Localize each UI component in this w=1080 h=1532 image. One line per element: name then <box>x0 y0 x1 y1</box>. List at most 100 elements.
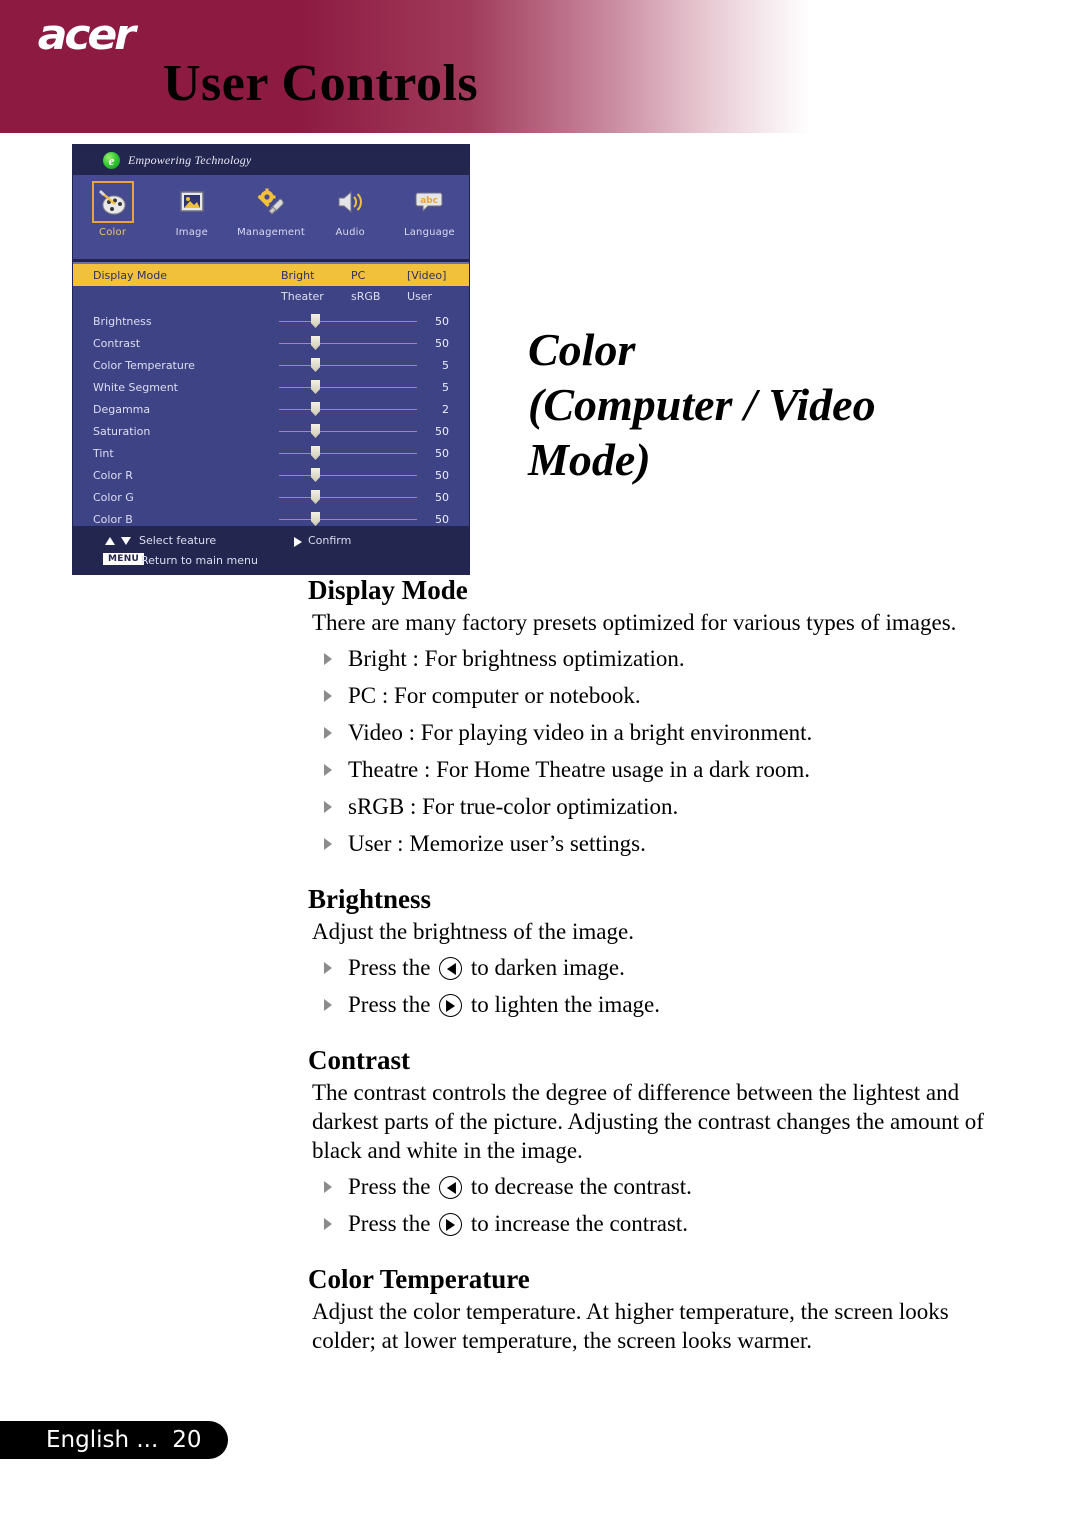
return-to-main-menu-label: Return to main menu <box>141 554 258 567</box>
slider-knob[interactable] <box>311 512 320 526</box>
list-item: Theatre : For Home Theatre usage in a da… <box>324 756 1080 784</box>
slider-knob[interactable] <box>311 490 320 504</box>
osd-slider-row[interactable]: Brightness 50 <box>73 310 469 332</box>
slider-track[interactable] <box>279 409 417 410</box>
bullet-list-display-mode: Bright : For brightness optimization. PC… <box>0 645 1080 858</box>
paragraph-color-temperature: Adjust the color temperature. At higher … <box>312 1299 949 1353</box>
speaker-icon <box>329 181 371 223</box>
slider-label: Color Temperature <box>93 358 195 372</box>
slider-track[interactable] <box>279 387 417 388</box>
osd-help-footer: Select feature Confirm MENU Return to ma… <box>73 526 469 574</box>
paragraph-brightness: Adjust the brightness of the image. <box>312 919 634 944</box>
slider-track[interactable] <box>279 431 417 432</box>
osd-row-display-mode-second: Theater sRGB User <box>73 286 469 308</box>
osd-row-display-mode[interactable]: Display Mode Bright PC [Video] <box>73 264 469 286</box>
osd-tab-audio[interactable]: Audio <box>311 181 390 238</box>
osd-tab-language-label: Language <box>403 227 455 238</box>
display-mode-option-bright[interactable]: Bright <box>281 269 314 282</box>
list-item: PC : For computer or notebook. <box>324 682 1080 710</box>
slider-track[interactable] <box>279 453 417 454</box>
list-item-text-pre: Press the <box>348 955 431 980</box>
list-item-text-post: to decrease the contrast. <box>470 1174 692 1199</box>
bullet-triangle-icon <box>324 1218 332 1230</box>
osd-slider-row[interactable]: Tint 50 <box>73 442 469 464</box>
list-item-text: Theatre : For Home Theatre usage in a da… <box>348 757 810 782</box>
slider-track[interactable] <box>279 497 417 498</box>
osd-slider-row[interactable]: Saturation 50 <box>73 420 469 442</box>
osd-tab-management[interactable]: Management <box>231 181 310 238</box>
slider-knob[interactable] <box>311 446 320 460</box>
page-title-header: User Controls <box>163 55 479 112</box>
slider-label: Degamma <box>93 402 151 416</box>
slider-track[interactable] <box>279 365 417 366</box>
picture-icon <box>171 181 213 223</box>
osd-tab-audio-label: Audio <box>335 227 365 238</box>
section-title-line-3: Mode) <box>528 434 651 485</box>
right-arrow-key-icon <box>439 1213 463 1236</box>
osd-slider-row[interactable]: Degamma 2 <box>73 398 469 420</box>
slider-value: 50 <box>435 446 449 460</box>
slider-track[interactable] <box>279 343 417 344</box>
list-item-text-post: to increase the contrast. <box>470 1211 689 1236</box>
slider-value: 50 <box>435 314 449 328</box>
list-item-text: PC : For computer or notebook. <box>348 683 641 708</box>
gear-wrench-icon <box>250 181 292 223</box>
footer-page-number: 20 <box>172 1427 202 1453</box>
display-mode-option-video[interactable]: [Video] <box>407 269 446 282</box>
bullet-list-contrast: Press the to decrease the contrast. Pres… <box>0 1173 1080 1238</box>
slider-knob[interactable] <box>311 358 320 372</box>
palette-icon <box>91 181 134 223</box>
osd-slider-row[interactable]: White Segment 5 <box>73 376 469 398</box>
arrow-right-icon <box>294 537 302 547</box>
display-mode-option-srgb[interactable]: sRGB <box>351 290 380 303</box>
osd-slider-row[interactable]: Contrast 50 <box>73 332 469 354</box>
slider-label: Color G <box>93 490 134 504</box>
confirm-label: Confirm <box>308 534 352 547</box>
slider-label: White Segment <box>93 380 178 394</box>
slider-track[interactable] <box>279 475 417 476</box>
bullet-list-brightness: Press the to darken image. Press the to … <box>0 954 1080 1019</box>
bullet-triangle-icon <box>324 764 332 776</box>
list-item-text: User : Memorize user’s settings. <box>348 831 646 856</box>
list-item-text: Video : For playing video in a bright en… <box>348 720 813 745</box>
slider-track[interactable] <box>279 321 417 322</box>
display-mode-option-user[interactable]: User <box>407 290 432 303</box>
slider-value: 50 <box>435 512 449 526</box>
osd-brand-bar: e Empowering Technology <box>73 145 469 175</box>
slider-knob[interactable] <box>311 314 320 328</box>
osd-tab-language[interactable]: abc Language <box>390 181 469 238</box>
bullet-triangle-icon <box>324 690 332 702</box>
slider-knob[interactable] <box>311 380 320 394</box>
bullet-triangle-icon <box>324 727 332 739</box>
osd-tab-color[interactable]: Color <box>73 181 152 238</box>
osd-tab-image[interactable]: Image <box>152 181 231 238</box>
bullet-triangle-icon <box>324 838 332 850</box>
slider-label: Color R <box>93 468 133 482</box>
arrow-up-icon <box>105 537 115 545</box>
left-arrow-key-icon <box>439 957 463 980</box>
list-item-text-post: to darken image. <box>470 955 625 980</box>
empowering-technology-e-icon: e <box>103 151 120 169</box>
osd-help-line-1: Select feature Confirm <box>73 531 469 551</box>
section-title: Color (Computer / Video Mode) <box>528 322 998 487</box>
bullet-triangle-icon <box>324 1181 332 1193</box>
bullet-triangle-icon <box>324 999 332 1011</box>
osd-slider-row[interactable]: Color Temperature 5 <box>73 354 469 376</box>
slider-track[interactable] <box>279 519 417 520</box>
display-mode-option-pc[interactable]: PC <box>351 269 365 282</box>
slider-value: 50 <box>435 490 449 504</box>
slider-knob[interactable] <box>311 424 320 438</box>
slider-knob[interactable] <box>311 336 320 350</box>
svg-text:abc: abc <box>420 196 438 206</box>
section-title-line-1: Color <box>528 324 636 375</box>
heading-contrast: Contrast <box>308 1045 410 1075</box>
slider-knob[interactable] <box>311 402 320 416</box>
menu-button-badge[interactable]: MENU <box>103 553 145 565</box>
empowering-technology-label: Empowering Technology <box>128 152 252 167</box>
arrow-down-icon <box>121 537 131 545</box>
slider-knob[interactable] <box>311 468 320 482</box>
osd-slider-row[interactable]: Color R 50 <box>73 464 469 486</box>
slider-value: 50 <box>435 336 449 350</box>
osd-slider-row[interactable]: Color G 50 <box>73 486 469 508</box>
display-mode-option-theater[interactable]: Theater <box>281 290 324 303</box>
